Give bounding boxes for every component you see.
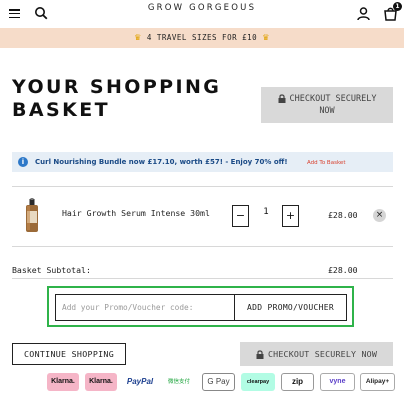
add-promo-button[interactable]: ADD PROMO/VOUCHER <box>234 294 347 321</box>
paypal-badge: PayPal <box>123 373 157 391</box>
continue-shopping-button[interactable]: CONTINUE SHOPPING <box>12 343 126 365</box>
promo-code-input[interactable] <box>55 294 235 321</box>
subtotal-label: Basket Subtotal: <box>12 265 91 275</box>
lock-icon <box>278 94 285 103</box>
add-to-basket-link[interactable]: Add To Basket <box>307 153 345 173</box>
vyne-badge: vyne <box>320 373 355 391</box>
checkout-securely-bottom-button[interactable]: CHECKOUT SECURELY NOW <box>240 342 393 366</box>
checkout-top-label-line2: NOW <box>319 106 335 116</box>
subtotal-value: £28.00 <box>328 265 358 275</box>
alipay-badge: Alipay+ <box>360 373 395 391</box>
remove-item-button[interactable]: × <box>373 209 386 222</box>
info-icon: i <box>18 157 28 167</box>
checkout-top-label-line1: CHECKOUT SECURELY <box>289 94 377 104</box>
klarna-badge: Klarna. <box>85 373 117 391</box>
google-pay-badge: G Pay <box>202 373 235 391</box>
site-header: GROW GORGEOUS 1 <box>0 0 404 28</box>
zip-badge: zip <box>281 373 314 391</box>
lock-icon <box>256 350 264 359</box>
crown-icon: ♛ <box>134 33 142 42</box>
checkout-securely-top-button[interactable]: CHECKOUT SECURELY NOW <box>261 87 393 123</box>
page-title-line1: YOUR SHOPPING <box>12 76 222 98</box>
page-title-line2: BASKET <box>12 99 110 121</box>
user-icon[interactable] <box>356 6 371 21</box>
quantity-value: 1 <box>263 207 269 217</box>
quantity-increase-button[interactable]: + <box>282 205 299 227</box>
offer-banner: i Curl Nourishing Bundle now £17.10, wor… <box>12 152 393 172</box>
wechat-pay-badge: 微信支付 <box>162 373 196 391</box>
divider <box>12 246 393 247</box>
crown-icon: ♛ <box>262 33 270 42</box>
cart-count-badge: 1 <box>393 2 402 11</box>
site-logo[interactable]: GROW GORGEOUS <box>0 3 404 13</box>
page-title: YOUR SHOPPING BASKET <box>12 76 242 122</box>
divider <box>12 278 393 279</box>
product-name[interactable]: Hair Growth Serum Intense 30ml <box>62 208 210 218</box>
klarna-badge: Klarna. <box>47 373 79 391</box>
promo-strip-text: 4 TRAVEL SIZES FOR £10 <box>146 33 258 42</box>
divider <box>12 186 393 187</box>
quantity-decrease-button[interactable]: − <box>232 205 249 227</box>
promo-strip[interactable]: ♛ 4 TRAVEL SIZES FOR £10 ♛ <box>0 28 404 48</box>
checkout-bottom-label: CHECKOUT SECURELY NOW <box>267 349 378 359</box>
clearpay-badge: clearpay <box>241 373 275 391</box>
offer-text: Curl Nourishing Bundle now £17.10, worth… <box>35 158 288 166</box>
product-thumbnail[interactable] <box>21 198 43 234</box>
item-price: £28.00 <box>328 210 358 220</box>
